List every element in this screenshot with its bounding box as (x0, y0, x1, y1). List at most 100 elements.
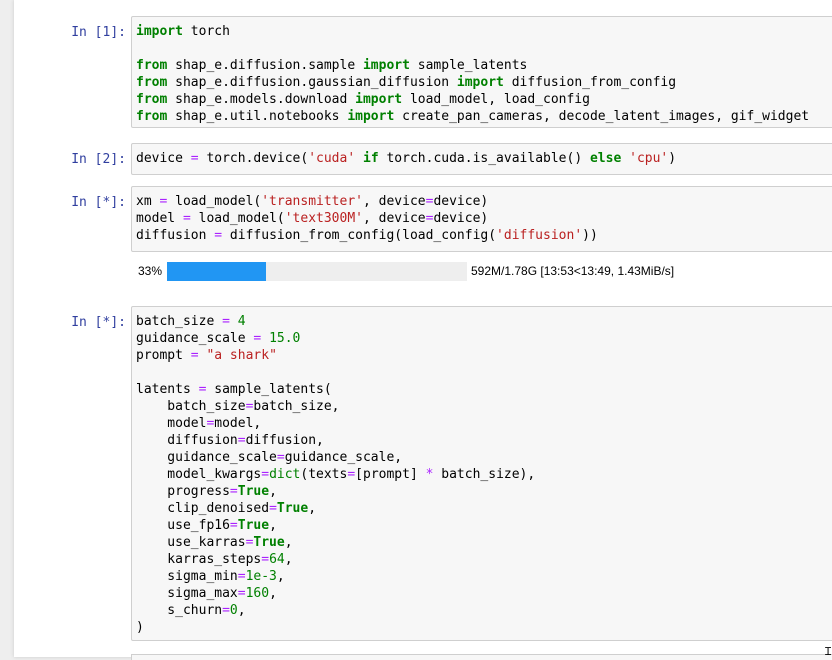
code-line: karras_steps=64, (136, 551, 832, 568)
code-token: clip_denoised (136, 501, 270, 516)
code-token: diffusion (136, 433, 238, 448)
code-token: , device (362, 194, 426, 209)
code-line: batch_size = 4 (136, 313, 832, 330)
code-token: dict (269, 467, 301, 482)
code-line: progress=True, (136, 483, 832, 500)
code-line: xm = load_model('transmitter', device=de… (136, 193, 832, 210)
code-input[interactable]: device = torch.device('cuda' if torch.cu… (131, 143, 832, 175)
code-block[interactable]: import torch from shap_e.diffusion.sample… (136, 23, 832, 125)
code-token: , (269, 484, 277, 499)
cell-prompt: In [2]: (71, 152, 126, 167)
code-token: device) (433, 194, 489, 209)
code-line: sigma_max=160, (136, 585, 832, 602)
code-line: guidance_scale = 15.0 (136, 330, 832, 347)
code-token: True (237, 484, 270, 499)
code-token: diffusion_from_config(load_config( (222, 228, 497, 243)
code-token: , (284, 535, 293, 550)
code-token: latents (136, 382, 199, 397)
code-line: guidance_scale=guidance_scale, (136, 449, 832, 466)
code-token: guidance_scale, (284, 450, 403, 465)
code-token: shap_e.models.download (167, 92, 356, 107)
code-token: from (136, 58, 168, 73)
code-token: shap_e.diffusion.gaussian_diffusion (167, 75, 457, 90)
code-token: , device (363, 211, 426, 226)
code-token: load_model( (190, 211, 285, 226)
code-token: model (136, 211, 183, 226)
code-token: import (362, 58, 410, 73)
progress-bar-fill (167, 262, 266, 281)
code-line: ) (136, 619, 832, 636)
code-token: batch_size), (433, 467, 536, 482)
code-token: import (456, 75, 504, 90)
progress-stats: 592M/1.78G [13:53<13:49, 1.43MiB/s] (471, 264, 675, 278)
code-token: = (237, 433, 246, 448)
code-input[interactable]: import torch from shap_e.diffusion.sample… (131, 16, 832, 128)
code-token: 'diffusion' (496, 228, 583, 243)
code-block[interactable]: device = torch.device('cuda' if torch.cu… (136, 150, 832, 167)
code-line: batch_size=batch_size, (136, 398, 832, 415)
code-token: = (276, 450, 285, 465)
code-token: , (276, 569, 285, 584)
code-line: s_churn=0, (136, 602, 832, 619)
code-token: torch.cuda.is_available() (378, 151, 590, 166)
code-token: , (308, 501, 317, 516)
code-token: 'transmitter' (261, 194, 363, 209)
cell-prompt: In [*]: (71, 195, 126, 210)
code-line: from shap_e.diffusion.gaussian_diffusion… (136, 74, 832, 91)
code-token: s_churn (136, 603, 223, 618)
code-line: from shap_e.util.notebooks import create… (136, 108, 832, 125)
code-token: , (269, 586, 277, 601)
code-token: [prompt] (355, 467, 426, 482)
code-token: = (190, 151, 199, 166)
code-token: import (347, 109, 395, 124)
code-token: model, (214, 416, 262, 431)
notebook-container: In [1]: import torch from shap_e.diffusio… (14, 0, 832, 660)
code-token: , (269, 518, 277, 533)
code-token: = (261, 552, 270, 567)
code-token: load_model( (167, 194, 262, 209)
next-cell-edge[interactable] (131, 654, 832, 660)
code-line: diffusion = diffusion_from_config(load_c… (136, 227, 832, 244)
code-token: , (284, 552, 293, 567)
progress-bar (167, 262, 467, 281)
code-token: use_karras (136, 535, 246, 550)
code-token: prompt (136, 348, 191, 363)
code-token: = (347, 467, 356, 482)
code-token: progress (136, 484, 230, 499)
code-token: True (276, 501, 309, 516)
code-token: = (261, 467, 270, 482)
code-line: sigma_min=1e-3, (136, 568, 832, 585)
code-line: use_fp16=True, (136, 517, 832, 534)
code-token: shap_e.util.notebooks (167, 109, 348, 124)
code-input[interactable]: batch_size = 4 guidance_scale = 15.0 promp… (131, 306, 832, 641)
code-block[interactable]: xm = load_model('transmitter', device=de… (136, 193, 832, 244)
code-token: from (136, 75, 168, 90)
code-token: 1e-3 (245, 569, 277, 584)
code-line: device = torch.device('cuda' if torch.cu… (136, 150, 832, 167)
code-token: = (182, 211, 191, 226)
code-line: model = load_model('text300M', device=de… (136, 210, 832, 227)
code-token: karras_steps (136, 552, 262, 567)
code-line: latents = sample_latents( (136, 381, 832, 398)
code-token: sample_latents( (206, 382, 332, 397)
code-block[interactable]: batch_size = 4 guidance_scale = 15.0 promp… (136, 313, 832, 636)
code-token: xm (136, 194, 160, 209)
code-token: = (237, 569, 246, 584)
progress-output: 33% 592M/1.78G [13:53<13:49, 1.43MiB/s] (131, 260, 831, 284)
code-input[interactable]: xm = load_model('transmitter', device=de… (131, 186, 832, 252)
code-token: 160 (245, 586, 270, 601)
code-token: batch_size (136, 314, 223, 329)
code-token: if (363, 151, 379, 166)
code-token: create_pan_cameras, decode_latent_images… (394, 109, 810, 124)
code-token: = (214, 228, 223, 243)
cell-prompt: In [1]: (71, 25, 126, 40)
code-token: = (229, 518, 238, 533)
code-token: = (222, 603, 230, 618)
code-token: else (589, 151, 622, 166)
code-token: True (237, 518, 270, 533)
code-line: diffusion=diffusion, (136, 432, 832, 449)
code-line: import torch (136, 23, 832, 40)
code-token: use_fp16 (136, 518, 230, 533)
